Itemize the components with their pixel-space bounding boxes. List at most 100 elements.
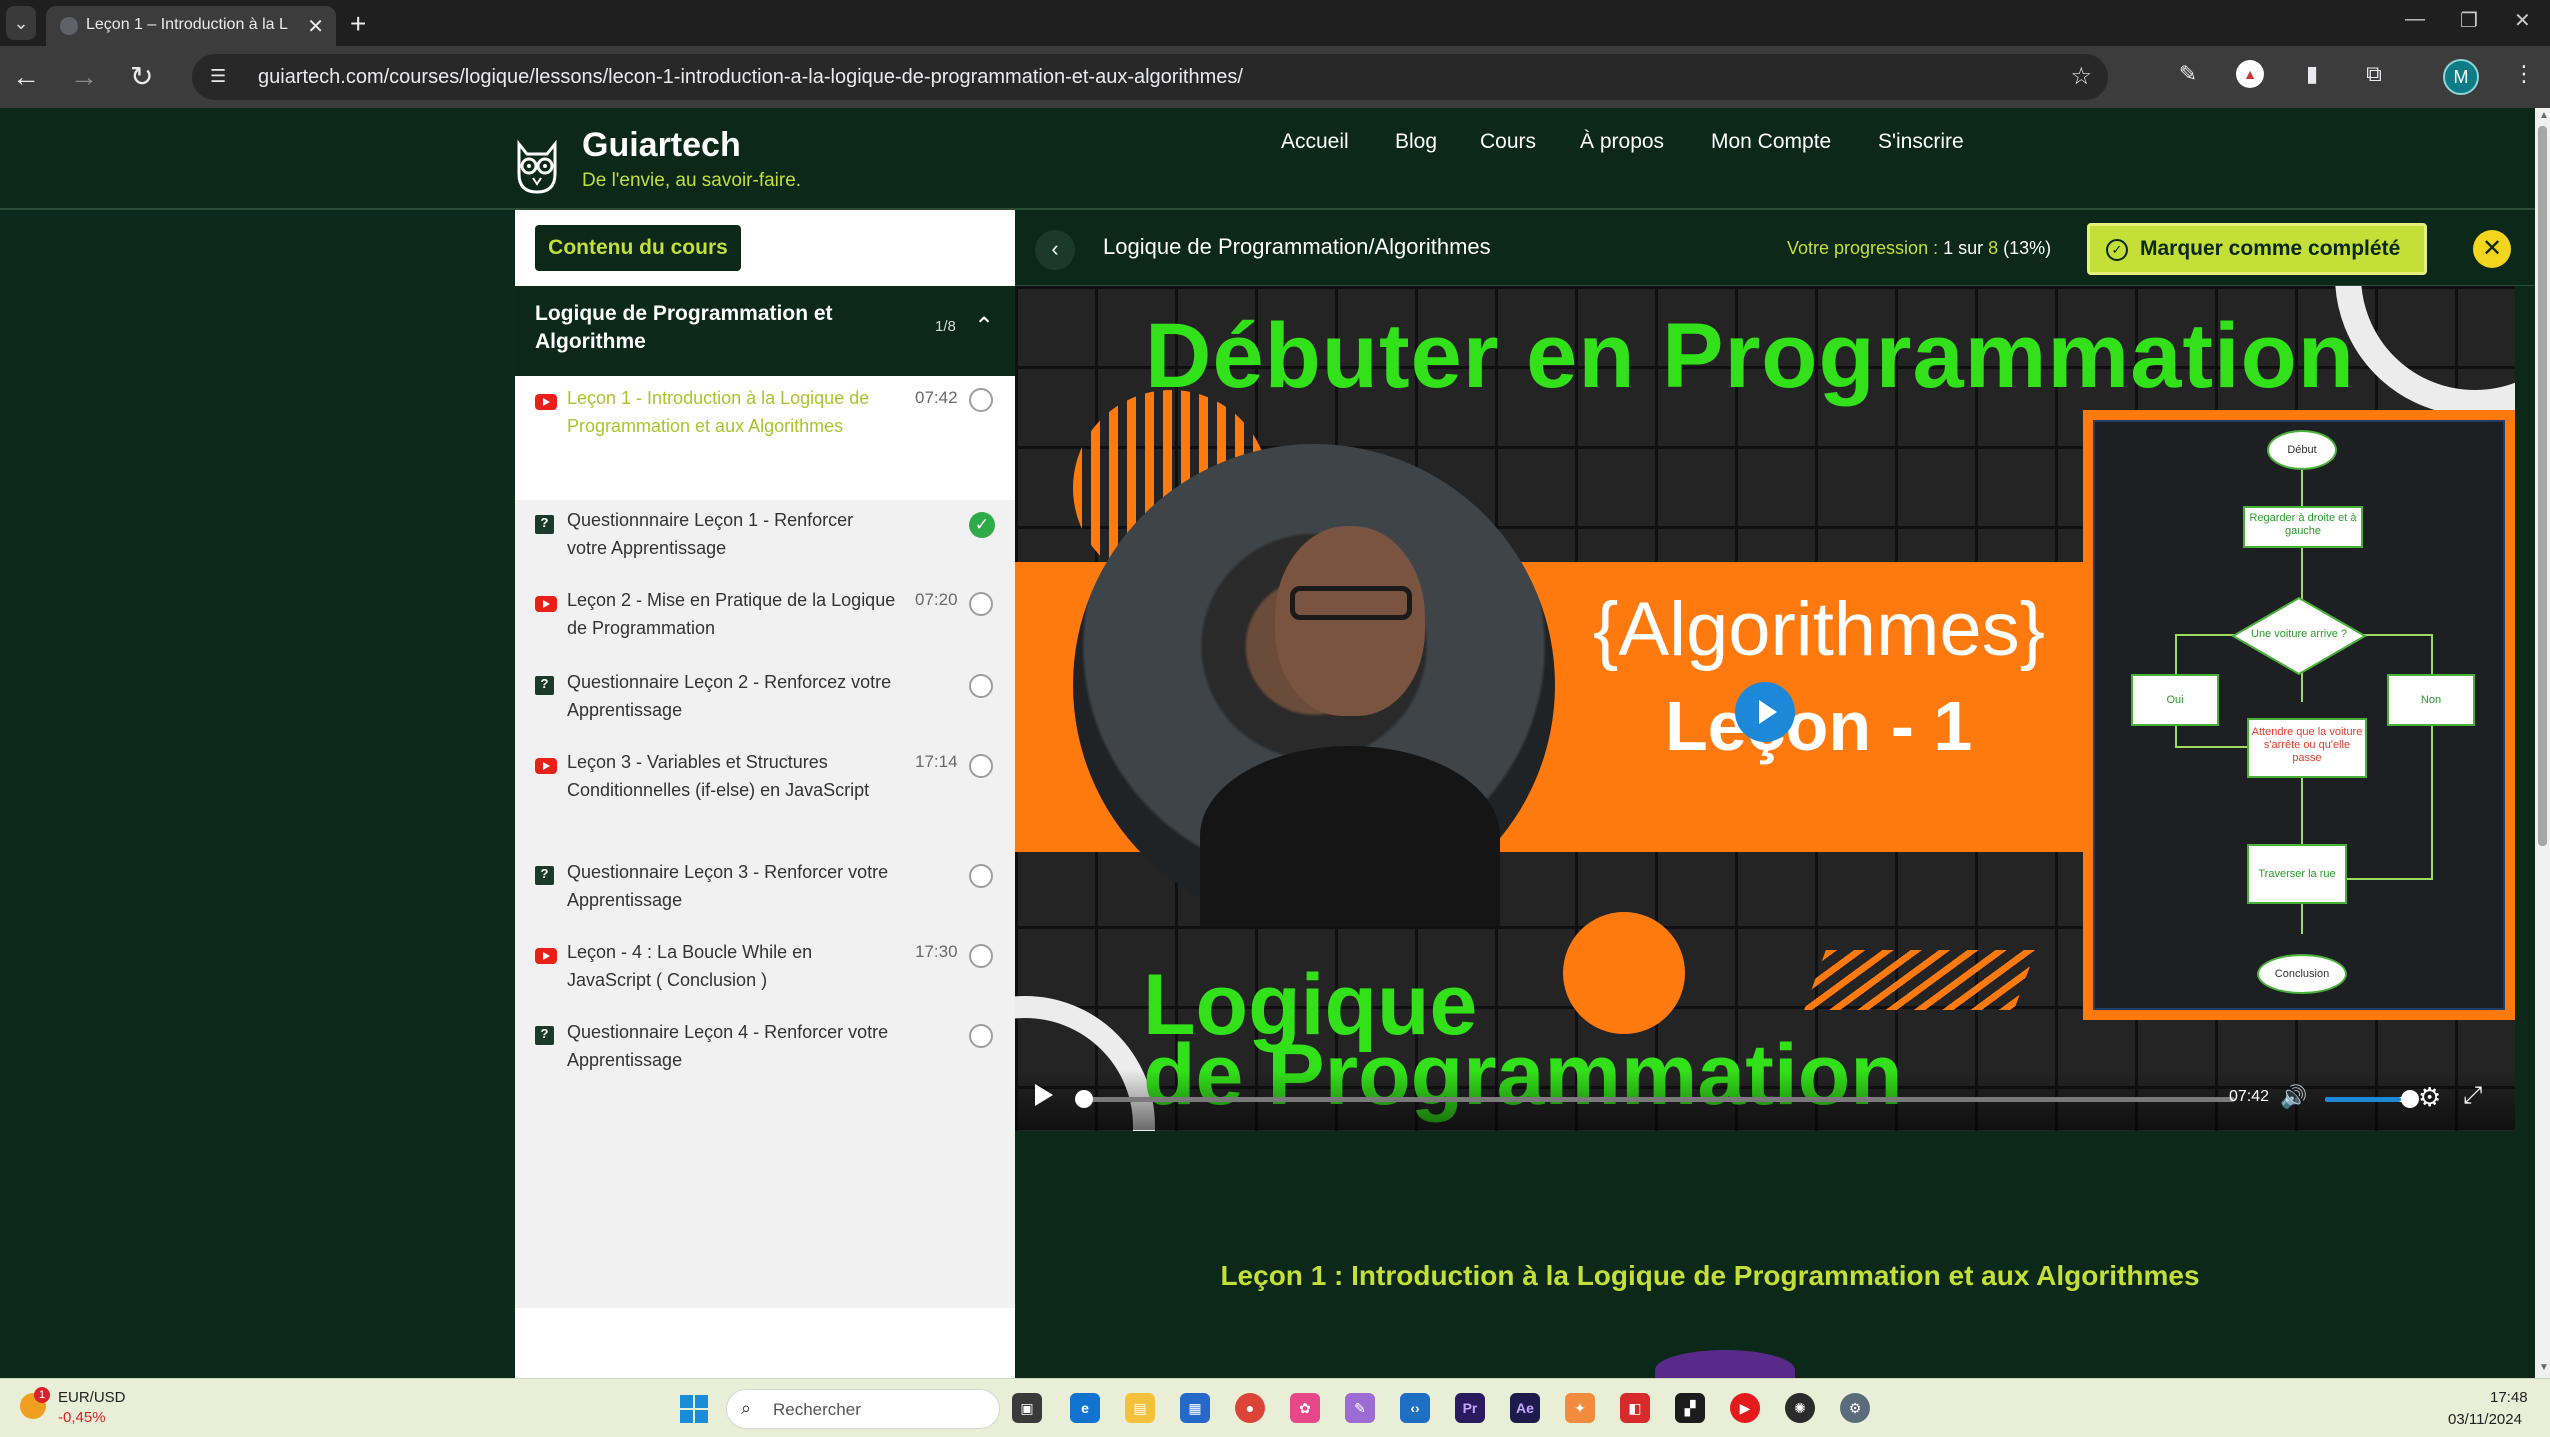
restore-icon[interactable]: ❐ — [2460, 8, 2478, 33]
play-icon[interactable] — [1035, 1084, 1053, 1106]
lesson-item-7[interactable]: Leçon - 4 : La Boucle While en JavaScrip… — [515, 930, 1015, 1010]
scroll-thumb[interactable] — [2538, 126, 2547, 846]
ticker-name[interactable]: EUR/USD — [58, 1389, 126, 1406]
bookmark-star-icon[interactable]: ☆ — [2070, 62, 2092, 91]
address-bar[interactable]: ☰ guiartech.com/courses/logique/lessons/… — [192, 54, 2108, 100]
volume-handle[interactable] — [2401, 1090, 2419, 1108]
close-lesson-button[interactable]: ✕ — [2473, 230, 2511, 268]
nav-link-a-propos[interactable]: À propos — [1580, 130, 1664, 154]
lesson-title[interactable]: Questionnnaire Leçon 1 - Renforcer votre… — [567, 506, 897, 562]
flowchart-step-look: Regarder à droite et à gauche — [2243, 506, 2363, 548]
flowchart-no: Non — [2387, 674, 2475, 726]
lesson-item-2[interactable]: ? Questionnnaire Leçon 1 - Renforcer vot… — [515, 500, 1015, 580]
new-tab-icon[interactable]: + — [350, 8, 366, 40]
after-effects-icon[interactable]: Ae — [1510, 1393, 1540, 1423]
lesson-item-8[interactable]: ? Questionnaire Leçon 4 - Renforcer votr… — [515, 1010, 1015, 1090]
video-player[interactable]: Débuter en Programmation {Algorithmes} L… — [1015, 286, 2515, 1131]
nav-link-blog[interactable]: Blog — [1395, 130, 1437, 154]
nav-link-mon-compte[interactable]: Mon Compte — [1711, 130, 1831, 154]
lesson-title[interactable]: Questionnaire Leçon 2 - Renforcez votre … — [567, 668, 897, 724]
owl-logo-icon[interactable] — [513, 136, 561, 194]
vscode-icon[interactable]: ‹› — [1400, 1393, 1430, 1423]
figma-icon[interactable]: ◧ — [1620, 1393, 1650, 1423]
volume-icon[interactable]: 🔊 — [2280, 1084, 2307, 1110]
premiere-icon[interactable]: Pr — [1455, 1393, 1485, 1423]
taskbar-search[interactable]: ⌕ Rechercher — [726, 1389, 1000, 1429]
settings-icon[interactable]: ⚙ — [1840, 1393, 1870, 1423]
reload-icon[interactable]: ↻ — [130, 60, 153, 94]
fullscreen-icon[interactable]: ⤢ — [2463, 1082, 2482, 1110]
page-scrollbar[interactable]: ▲ ▼ — [2535, 108, 2550, 1378]
file-explorer-icon[interactable]: ▤ — [1125, 1393, 1155, 1423]
course-content-button[interactable]: Contenu du cours — [535, 225, 741, 271]
youtube-icon[interactable]: ▶ — [1730, 1393, 1760, 1423]
scroll-down-arrow-icon[interactable]: ▼ — [2539, 1362, 2549, 1373]
profile-avatar[interactable]: M — [2443, 59, 2479, 95]
reading-list-icon[interactable]: ▮ — [2298, 60, 2326, 88]
lesson-duration: 17:14 — [915, 752, 958, 771]
nav-link-accueil[interactable]: Accueil — [1281, 130, 1349, 154]
browser-menu-icon[interactable]: ⋮ — [2510, 60, 2538, 88]
chevron-up-icon[interactable]: ⌃ — [974, 312, 994, 341]
photos-icon[interactable]: ✿ — [1290, 1393, 1320, 1423]
window-close-icon[interactable]: ✕ — [2514, 8, 2531, 33]
site-info-icon[interactable]: ☰ — [210, 66, 226, 87]
flowchart-connector — [2431, 708, 2433, 878]
big-play-icon[interactable] — [1735, 682, 1795, 742]
volume-slider[interactable] — [2325, 1097, 2409, 1102]
scroll-up-arrow-icon[interactable]: ▲ — [2539, 110, 2549, 121]
url-text[interactable]: guiartech.com/courses/logique/lessons/le… — [258, 66, 1243, 89]
tab-close-icon[interactable]: ✕ — [307, 14, 324, 39]
site-name[interactable]: Guiartech — [582, 126, 741, 165]
lesson-list: Leçon 1 - Introduction à la Logique de P… — [515, 376, 1015, 1308]
extensions-puzzle-icon[interactable]: ⧉ — [2360, 60, 2388, 88]
drive-extension-icon[interactable]: ▲ — [2236, 60, 2264, 88]
lesson-title[interactable]: Leçon - 4 : La Boucle While en JavaScrip… — [567, 938, 897, 994]
chrome-icon[interactable]: ● — [1235, 1393, 1265, 1423]
nav-link-cours[interactable]: Cours — [1480, 130, 1536, 154]
mark-complete-button[interactable]: ✓ Marquer comme complété — [2087, 223, 2427, 275]
windows-taskbar: 1 EUR/USD -0,45% ⌕ Rechercher ▣ e ▤ ▦ ● … — [0, 1378, 2550, 1437]
lesson-title[interactable]: Leçon 1 - Introduction à la Logique de P… — [567, 384, 897, 440]
tab-search-dropdown-icon[interactable]: ⌄ — [6, 6, 36, 40]
lesson-item-1[interactable]: Leçon 1 - Introduction à la Logique de P… — [515, 376, 1015, 500]
course-section-header[interactable]: Logique de Programmation et Algorithme 1… — [515, 286, 1015, 376]
edge-icon[interactable]: e — [1070, 1393, 1100, 1423]
forward-arrow-icon[interactable]: → — [70, 60, 98, 94]
windows-start-icon[interactable] — [680, 1395, 708, 1423]
taskbar-search-placeholder: Rechercher — [773, 1400, 861, 1419]
lesson-title[interactable]: Leçon 3 - Variables et Structures Condit… — [567, 748, 897, 804]
minimize-icon[interactable]: — — [2405, 8, 2425, 31]
hatch-decoration — [1804, 950, 2036, 1010]
course-title: Logique de Programmation/Algorithmes — [1103, 234, 1491, 259]
back-button[interactable]: ‹ — [1035, 230, 1075, 270]
lesson-item-6[interactable]: ? Questionnaire Leçon 3 - Renforcer votr… — [515, 850, 1015, 930]
settings-gear-icon[interactable]: ⚙ — [2418, 1082, 2441, 1113]
quiz-icon: ? — [535, 676, 554, 695]
progress-pct: (13%) — [1998, 238, 2052, 258]
pen-extension-icon[interactable]: ✎ — [2174, 60, 2202, 88]
quiz-icon: ? — [535, 1026, 554, 1045]
nav-link-sinscrire[interactable]: S'inscrire — [1878, 130, 1964, 154]
clock-time[interactable]: 17:48 — [2490, 1389, 2528, 1406]
store-icon[interactable]: ▦ — [1180, 1393, 1210, 1423]
lesson-title[interactable]: Leçon 2 - Mise en Pratique de la Logique… — [567, 586, 897, 642]
back-arrow-icon[interactable]: ← — [12, 60, 40, 94]
volume-level — [2325, 1097, 2401, 1102]
quiz-icon: ? — [535, 515, 554, 534]
clock-date[interactable]: 03/11/2024 — [2448, 1411, 2522, 1428]
seek-bar[interactable] — [1081, 1097, 2235, 1102]
lesson-item-5[interactable]: Leçon 3 - Variables et Structures Condit… — [515, 740, 1015, 850]
app-icon[interactable]: ✦ — [1565, 1393, 1595, 1423]
task-view-icon[interactable]: ▣ — [1012, 1393, 1042, 1423]
seek-handle[interactable] — [1075, 1090, 1093, 1108]
browser-tab[interactable]: Leçon 1 – Introduction à la L ✕ — [46, 6, 336, 46]
chatgpt-icon[interactable]: ✺ — [1785, 1393, 1815, 1423]
lesson-title[interactable]: Questionnaire Leçon 3 - Renforcer votre … — [567, 858, 897, 914]
flowchart: Début Regarder à droite et à gauche Une … — [2093, 420, 2505, 1010]
capcut-icon[interactable]: ▞ — [1675, 1393, 1705, 1423]
lesson-item-3[interactable]: Leçon 2 - Mise en Pratique de la Logique… — [515, 580, 1015, 660]
lesson-item-4[interactable]: ? Questionnaire Leçon 2 - Renforcez votr… — [515, 660, 1015, 740]
paint-icon[interactable]: ✎ — [1345, 1393, 1375, 1423]
lesson-title[interactable]: Questionnaire Leçon 4 - Renforcer votre … — [567, 1018, 897, 1074]
